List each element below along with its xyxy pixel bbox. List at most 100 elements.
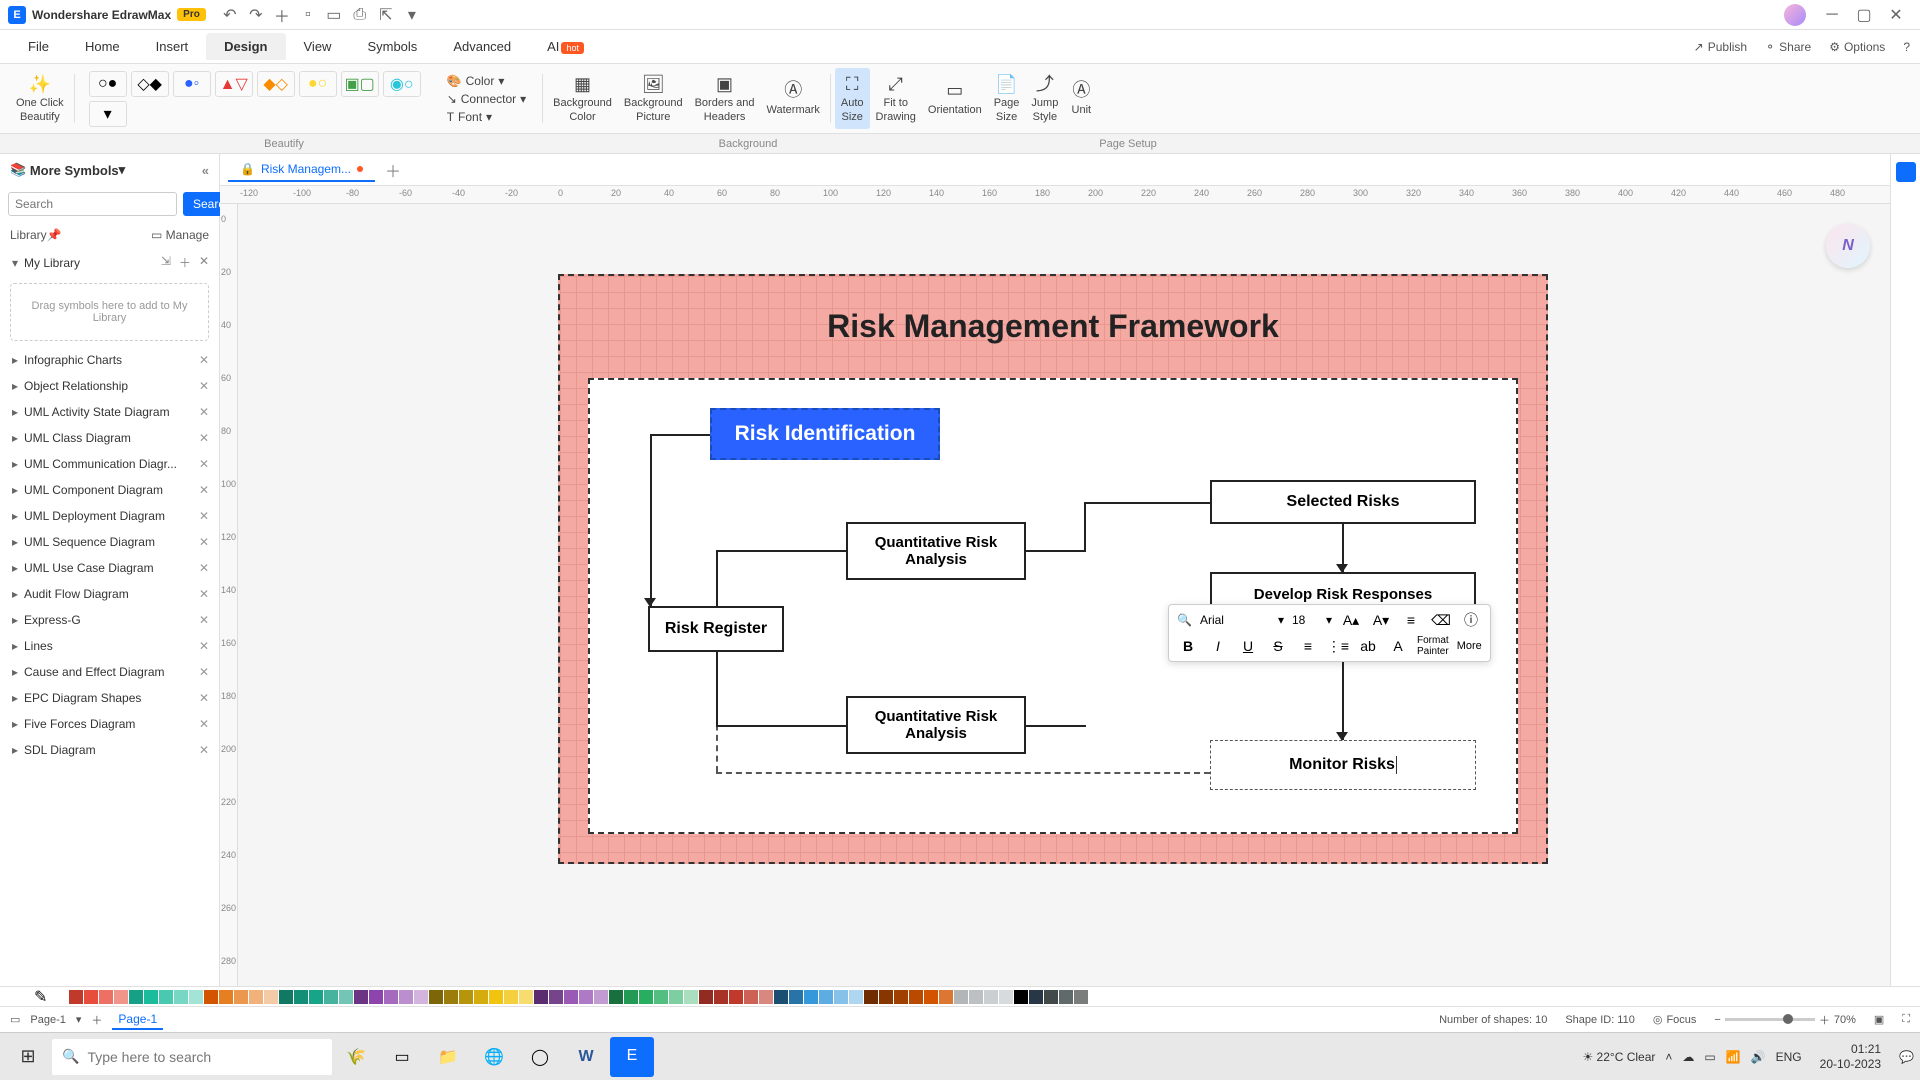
bold-button[interactable]: B (1177, 635, 1199, 657)
connector-dropdown[interactable]: ↘Connector ▾ (443, 90, 530, 108)
menu-advanced[interactable]: Advanced (435, 33, 529, 60)
color-swatch[interactable] (204, 990, 218, 1004)
shape-quant-analysis-1[interactable]: Quantitative Risk Analysis (846, 522, 1026, 580)
color-swatch[interactable] (939, 990, 953, 1004)
connector[interactable] (716, 725, 846, 727)
connector[interactable] (716, 550, 846, 552)
edrawmax-taskbar-icon[interactable]: E (610, 1037, 654, 1077)
help-button[interactable]: ? (1903, 40, 1910, 54)
color-swatch[interactable] (729, 990, 743, 1004)
library-category[interactable]: ▸Object Relationship✕ (0, 373, 219, 399)
close-icon[interactable]: ✕ (199, 254, 209, 271)
file-explorer-icon[interactable]: 📁 (426, 1037, 470, 1077)
shape-monitor-risks[interactable]: Monitor Risks (1210, 740, 1476, 790)
theme-preset[interactable]: ◇◆ (131, 71, 169, 97)
library-category[interactable]: ▸UML Use Case Diagram✕ (0, 555, 219, 581)
zoom-in-button[interactable]: ＋ (1819, 1012, 1830, 1028)
color-swatch[interactable] (459, 990, 473, 1004)
connector[interactable] (650, 434, 710, 436)
manage-button[interactable]: ▭ Manage (151, 228, 209, 242)
tray-chevron-icon[interactable]: ˄ (1665, 1050, 1672, 1064)
color-swatch[interactable] (834, 990, 848, 1004)
options-button[interactable]: ⚙ Options (1829, 40, 1885, 54)
bullet-list-icon[interactable]: ⋮≡ (1327, 635, 1349, 657)
color-swatch[interactable] (684, 990, 698, 1004)
close-icon[interactable]: ✕ (199, 379, 209, 393)
color-swatch[interactable] (759, 990, 773, 1004)
pin-icon[interactable]: 📌 (47, 228, 62, 242)
color-swatch[interactable] (429, 990, 443, 1004)
color-swatch[interactable] (1014, 990, 1028, 1004)
close-icon[interactable]: ✕ (199, 509, 209, 523)
color-swatch[interactable] (84, 990, 98, 1004)
close-icon[interactable]: ✕ (199, 639, 209, 653)
close-icon[interactable]: ✕ (199, 535, 209, 549)
chevron-down-icon[interactable]: ▾ (119, 162, 126, 178)
close-icon[interactable]: ✕ (199, 665, 209, 679)
library-category[interactable]: ▸UML Communication Diagr...✕ (0, 451, 219, 477)
publish-button[interactable]: ↗ Publish (1694, 40, 1747, 54)
library-category[interactable]: ▸Five Forces Diagram✕ (0, 711, 219, 737)
color-swatch[interactable] (474, 990, 488, 1004)
underline-button[interactable]: U (1237, 635, 1259, 657)
add-icon[interactable]: ＋ (179, 254, 191, 271)
color-swatch[interactable] (909, 990, 923, 1004)
clear-format-icon[interactable]: ⌫ (1430, 609, 1452, 631)
color-swatch[interactable] (279, 990, 293, 1004)
clock[interactable]: 01:21 20-10-2023 (1820, 1042, 1881, 1071)
numbered-list-icon[interactable]: ≡ (1297, 635, 1319, 657)
color-swatch[interactable] (894, 990, 908, 1004)
notifications-icon[interactable]: 💬 (1899, 1050, 1914, 1064)
library-category[interactable]: ▸SDL Diagram✕ (0, 737, 219, 763)
color-swatch[interactable] (579, 990, 593, 1004)
redo-icon[interactable]: ↷ (248, 7, 264, 23)
shape-quant-analysis-2[interactable]: Quantitative Risk Analysis (846, 696, 1026, 754)
color-swatch[interactable] (339, 990, 353, 1004)
qat-more-icon[interactable]: ▾ (404, 7, 420, 23)
more-button[interactable]: More (1457, 640, 1482, 652)
page-select[interactable]: Page-1 (30, 1014, 65, 1026)
my-library-section[interactable]: ▾ My Library ⇲ ＋ ✕ (0, 248, 219, 277)
maximize-button[interactable]: ▢ (1848, 0, 1880, 30)
auto-size-button[interactable]: ⛶Auto Size (835, 68, 870, 129)
page-list-icon[interactable]: ▭ (10, 1013, 20, 1026)
library-category[interactable]: ▸Lines✕ (0, 633, 219, 659)
theme-preset[interactable]: ◆◇ (257, 71, 295, 97)
zoom-slider[interactable] (1725, 1018, 1815, 1021)
expand-panel-icon[interactable] (1896, 162, 1916, 182)
doc-tab-active[interactable]: 🔒 Risk Managem... (228, 158, 375, 182)
color-swatch[interactable] (1059, 990, 1073, 1004)
close-icon[interactable]: ✕ (199, 613, 209, 627)
volume-icon[interactable]: 🔊 (1751, 1050, 1766, 1064)
color-swatch[interactable] (639, 990, 653, 1004)
color-swatch[interactable] (249, 990, 263, 1004)
close-icon[interactable]: ✕ (199, 431, 209, 445)
start-button[interactable]: ⊞ (6, 1037, 50, 1077)
color-swatch[interactable] (654, 990, 668, 1004)
connector[interactable] (1026, 550, 1086, 552)
color-swatch[interactable] (264, 990, 278, 1004)
user-avatar[interactable] (1784, 4, 1806, 26)
ai-assistant-bubble[interactable]: N (1826, 224, 1870, 268)
library-category[interactable]: ▸Express-G✕ (0, 607, 219, 633)
search-icon[interactable]: 🔍 (1177, 613, 1192, 627)
library-category[interactable]: ▸UML Activity State Diagram✕ (0, 399, 219, 425)
color-swatch[interactable] (144, 990, 158, 1004)
shape-risk-register[interactable]: Risk Register (648, 606, 784, 652)
undo-icon[interactable]: ↶ (222, 7, 238, 23)
color-swatch[interactable] (564, 990, 578, 1004)
color-swatch[interactable] (159, 990, 173, 1004)
color-swatch[interactable] (1044, 990, 1058, 1004)
connector[interactable] (1026, 725, 1086, 727)
onedrive-icon[interactable]: ☁ (1682, 1050, 1694, 1064)
theme-preset[interactable]: ●◦ (173, 71, 211, 97)
connector[interactable] (650, 434, 652, 606)
color-swatch[interactable] (174, 990, 188, 1004)
one-click-beautify-button[interactable]: ✨One Click Beautify (10, 68, 70, 129)
color-swatch[interactable] (129, 990, 143, 1004)
close-button[interactable]: ✕ (1880, 0, 1912, 30)
jump-style-button[interactable]: ⤴Jump Style (1025, 68, 1064, 129)
connector[interactable] (1084, 502, 1210, 504)
library-category[interactable]: ▸UML Component Diagram✕ (0, 477, 219, 503)
color-swatch[interactable] (369, 990, 383, 1004)
